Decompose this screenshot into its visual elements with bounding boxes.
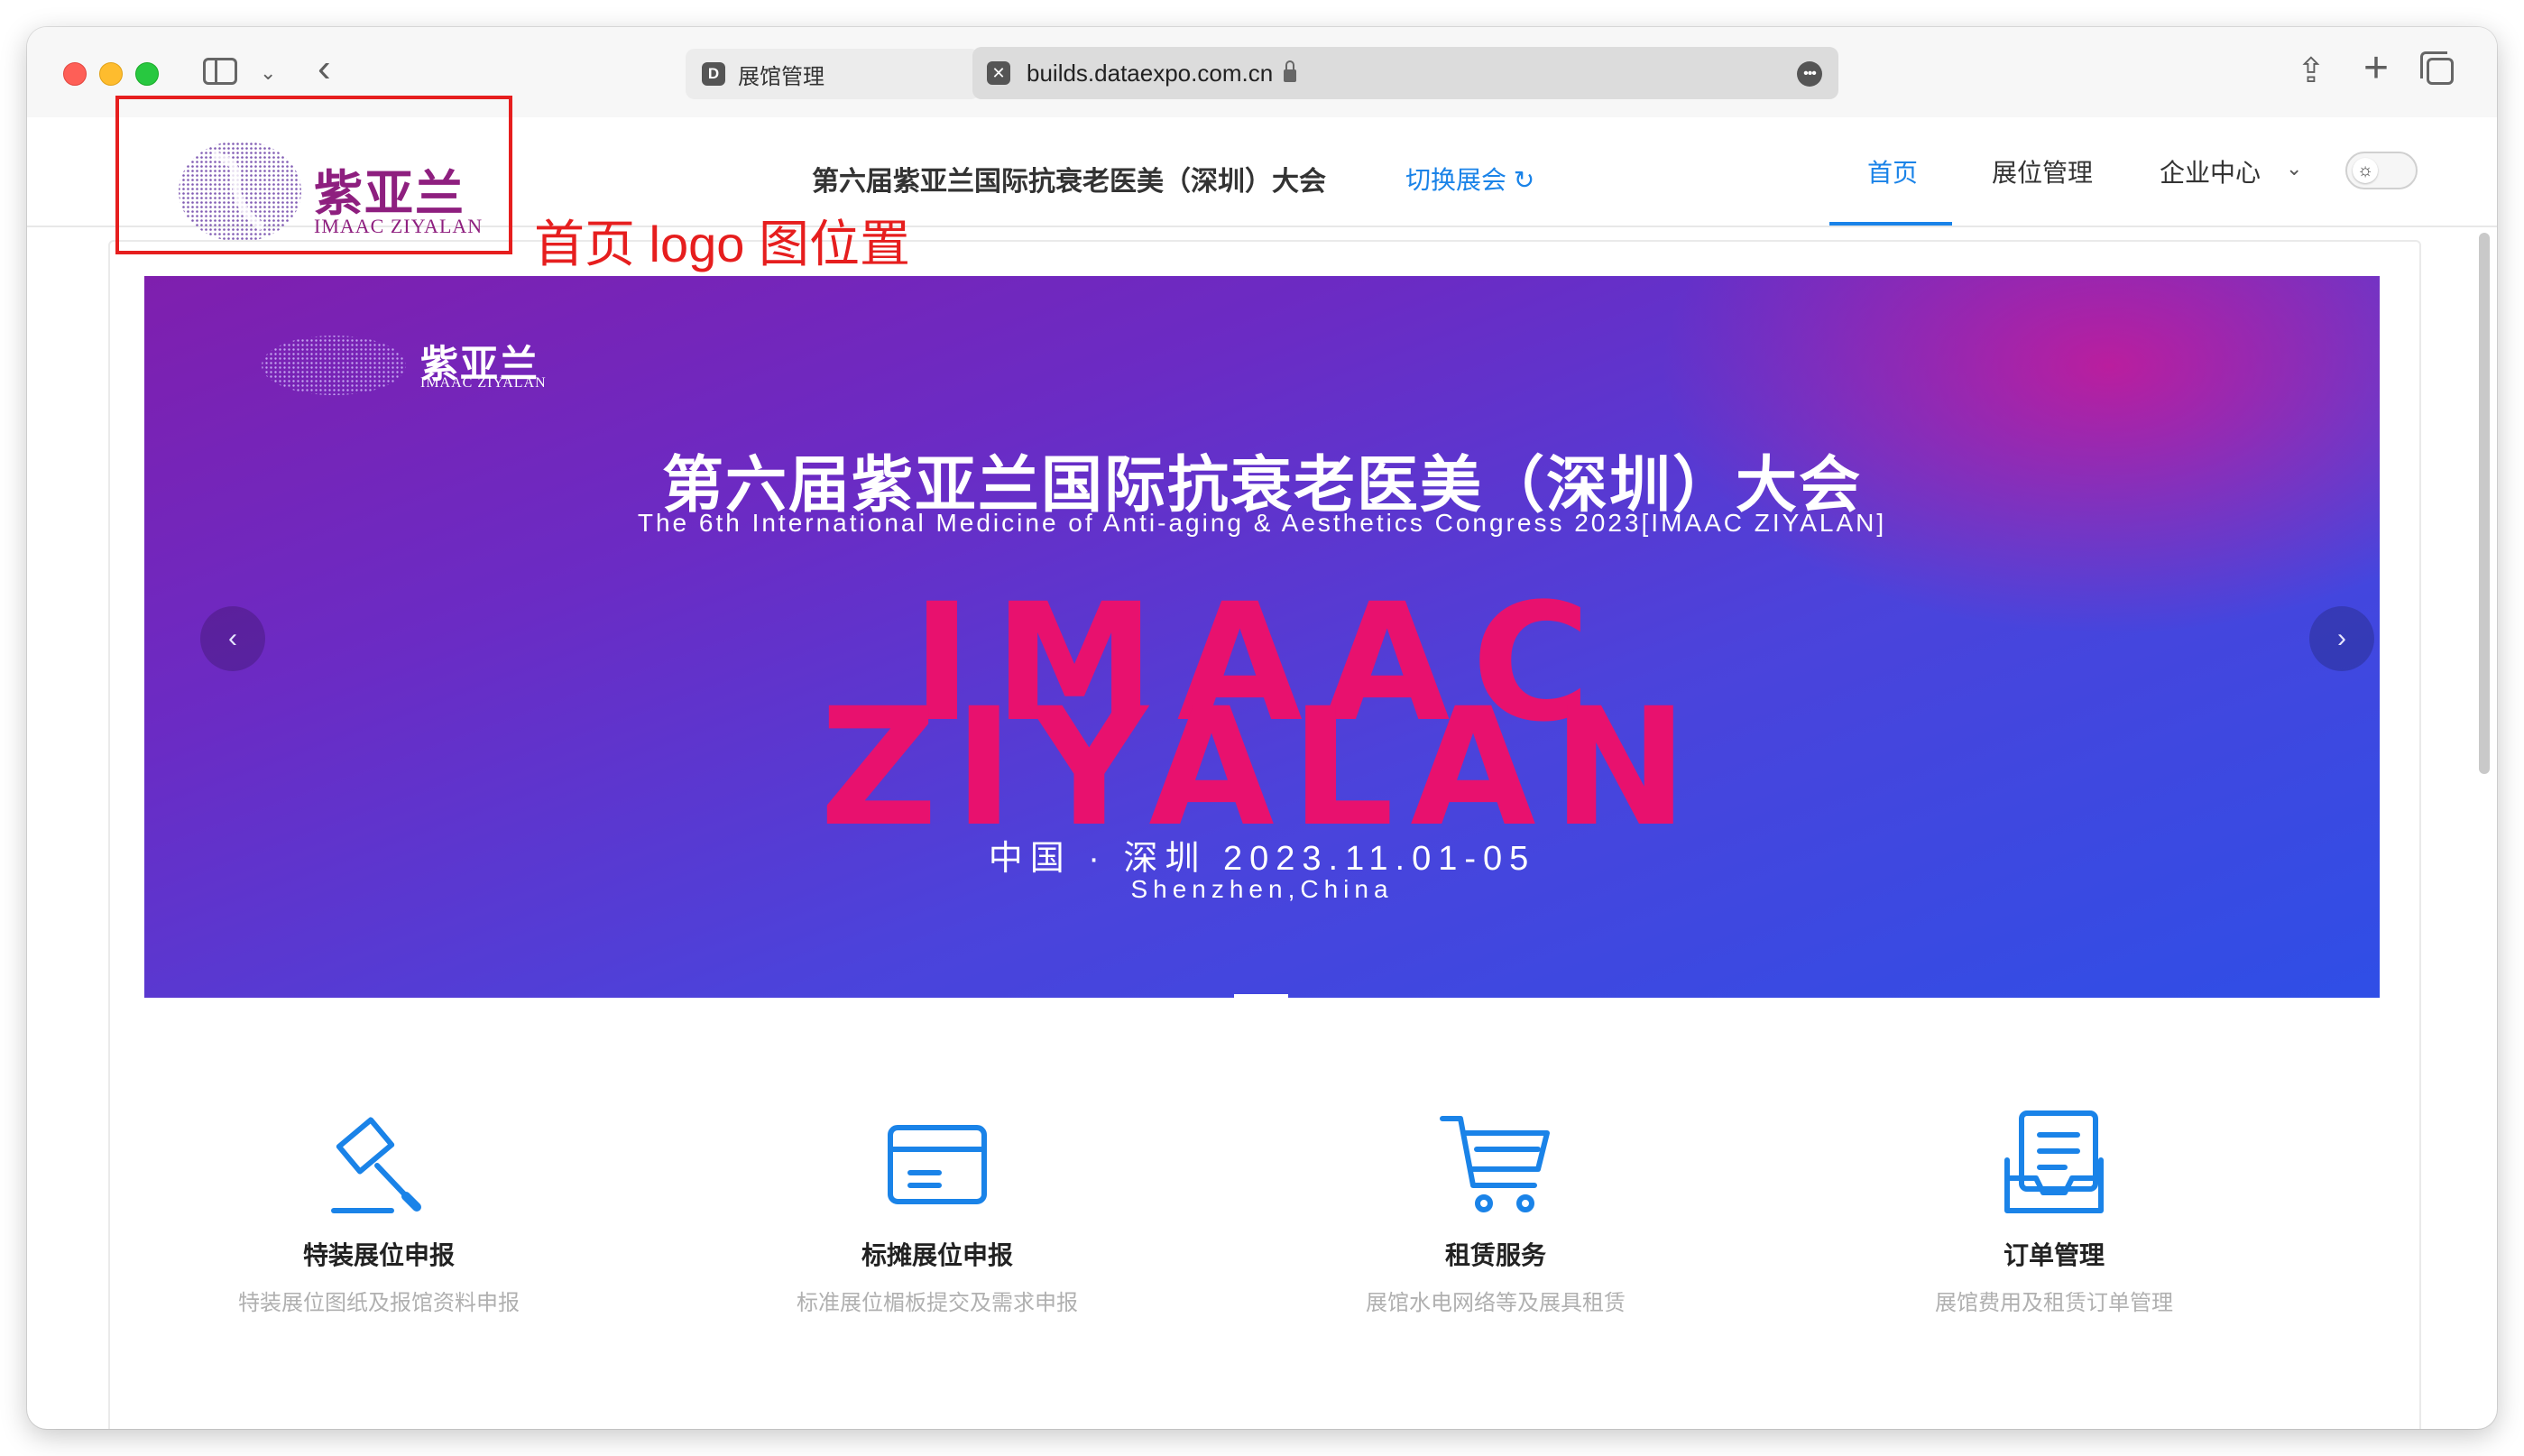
site-favicon-icon: ✕ bbox=[987, 61, 1010, 85]
page-title: 第六届紫亚兰国际抗衰老医美（深圳）大会 bbox=[812, 167, 1326, 197]
feature-desc: 展馆水电网络等及展具租赁 bbox=[1366, 1291, 1626, 1315]
carousel-next-button[interactable]: › bbox=[2309, 606, 2374, 671]
tab-title: 展馆管理 bbox=[738, 64, 824, 89]
banner-logo-orb-icon bbox=[262, 336, 406, 395]
nav-home[interactable]: 首页 bbox=[1867, 153, 1918, 189]
hammer-icon bbox=[331, 1117, 421, 1213]
url-text: builds.dataexpo.com.cn bbox=[1027, 59, 1274, 87]
more-options-icon[interactable]: ••• bbox=[1797, 61, 1822, 87]
hero-banner: 紫亚兰 IMAAC ZIYALAN 第六届紫亚兰国际抗衰老医美（深圳）大会 Th… bbox=[144, 276, 2380, 998]
sidebar-toggle-icon[interactable] bbox=[203, 58, 237, 85]
browser-tab[interactable]: D 展馆管理 bbox=[686, 49, 980, 99]
feature-title: 租赁服务 bbox=[1444, 1241, 1546, 1269]
nav-enterprise-center[interactable]: 企业中心 bbox=[2160, 153, 2261, 189]
switch-exhibition-label: 切换展会 bbox=[1405, 166, 1507, 194]
cart-icon bbox=[1440, 1116, 1550, 1212]
chevron-down-icon[interactable]: ⌄ bbox=[2286, 157, 2302, 180]
tab-overview-icon[interactable] bbox=[2420, 51, 2454, 85]
chevron-down-icon[interactable]: ⌄ bbox=[260, 61, 276, 85]
annotation-box bbox=[115, 96, 512, 254]
refresh-icon: ↻ bbox=[1506, 166, 1535, 194]
tab-favicon-icon: D bbox=[702, 62, 725, 86]
close-window-button[interactable] bbox=[63, 62, 87, 86]
feature-title: 订单管理 bbox=[2003, 1241, 2105, 1269]
nav-booth-management[interactable]: 展位管理 bbox=[1992, 153, 2093, 189]
feature-title: 特装展位申报 bbox=[302, 1241, 455, 1269]
banner-city: Shenzhen,China bbox=[1130, 875, 1394, 903]
feature-desc: 特装展位图纸及报馆资料申报 bbox=[238, 1291, 520, 1315]
sun-icon: ☼ bbox=[2353, 158, 2378, 183]
banner-subtitle: The 6th International Medicine of Anti-a… bbox=[637, 509, 1887, 537]
new-tab-icon[interactable]: + bbox=[2363, 43, 2389, 93]
minimize-window-button[interactable] bbox=[99, 62, 123, 86]
banner-brand-line2: ZIYALAN bbox=[819, 674, 1705, 862]
feature-title: 标摊展位申报 bbox=[861, 1241, 1013, 1269]
scrollbar[interactable] bbox=[2479, 233, 2490, 774]
feature-grid: 特装展位申报 特装展位图纸及报馆资料申报 标摊展位申报 标准展位楣板提交及需求申… bbox=[144, 1110, 2380, 1344]
browser-window: ⌄ ‹ D 展馆管理 ✕ builds.dataexpo.com.cn ••• … bbox=[27, 27, 2497, 1429]
nav-active-indicator bbox=[1829, 222, 1952, 226]
carousel-indicator[interactable] bbox=[1234, 994, 1288, 998]
feature-order-management[interactable]: 订单管理 展馆费用及租赁订单管理 bbox=[1819, 1110, 2289, 1316]
banner-logo-english: IMAAC ZIYALAN bbox=[420, 375, 547, 391]
feature-rental-service[interactable]: 租赁服务 展馆水电网络等及展具租赁 bbox=[1261, 1110, 1730, 1316]
address-bar[interactable]: ✕ builds.dataexpo.com.cn ••• bbox=[972, 47, 1838, 99]
share-icon[interactable]: ⇪ bbox=[2297, 51, 2326, 91]
switch-exhibition-link[interactable]: 切换展会 ↻ bbox=[1405, 161, 1534, 197]
feature-desc: 展馆费用及租赁订单管理 bbox=[1935, 1291, 2173, 1315]
feature-desc: 标准展位楣板提交及需求申报 bbox=[797, 1291, 1078, 1315]
maximize-window-button[interactable] bbox=[135, 62, 159, 86]
carousel-prev-button[interactable]: ‹ bbox=[200, 606, 265, 671]
back-arrow-icon[interactable]: ‹ bbox=[318, 49, 331, 88]
lock-icon bbox=[1284, 60, 1297, 82]
order-icon bbox=[2004, 1110, 2104, 1213]
annotation-text: 首页 logo 图位置 bbox=[534, 216, 910, 272]
banner-date: 中国 · 深圳 2023.11.01-05 bbox=[988, 840, 1536, 878]
card-icon bbox=[888, 1125, 987, 1204]
theme-toggle[interactable]: ☼ bbox=[2345, 152, 2418, 189]
feature-standard-booth[interactable]: 标摊展位申报 标准展位楣板提交及需求申报 bbox=[703, 1110, 1172, 1316]
feature-special-booth[interactable]: 特装展位申报 特装展位图纸及报馆资料申报 bbox=[144, 1110, 613, 1316]
